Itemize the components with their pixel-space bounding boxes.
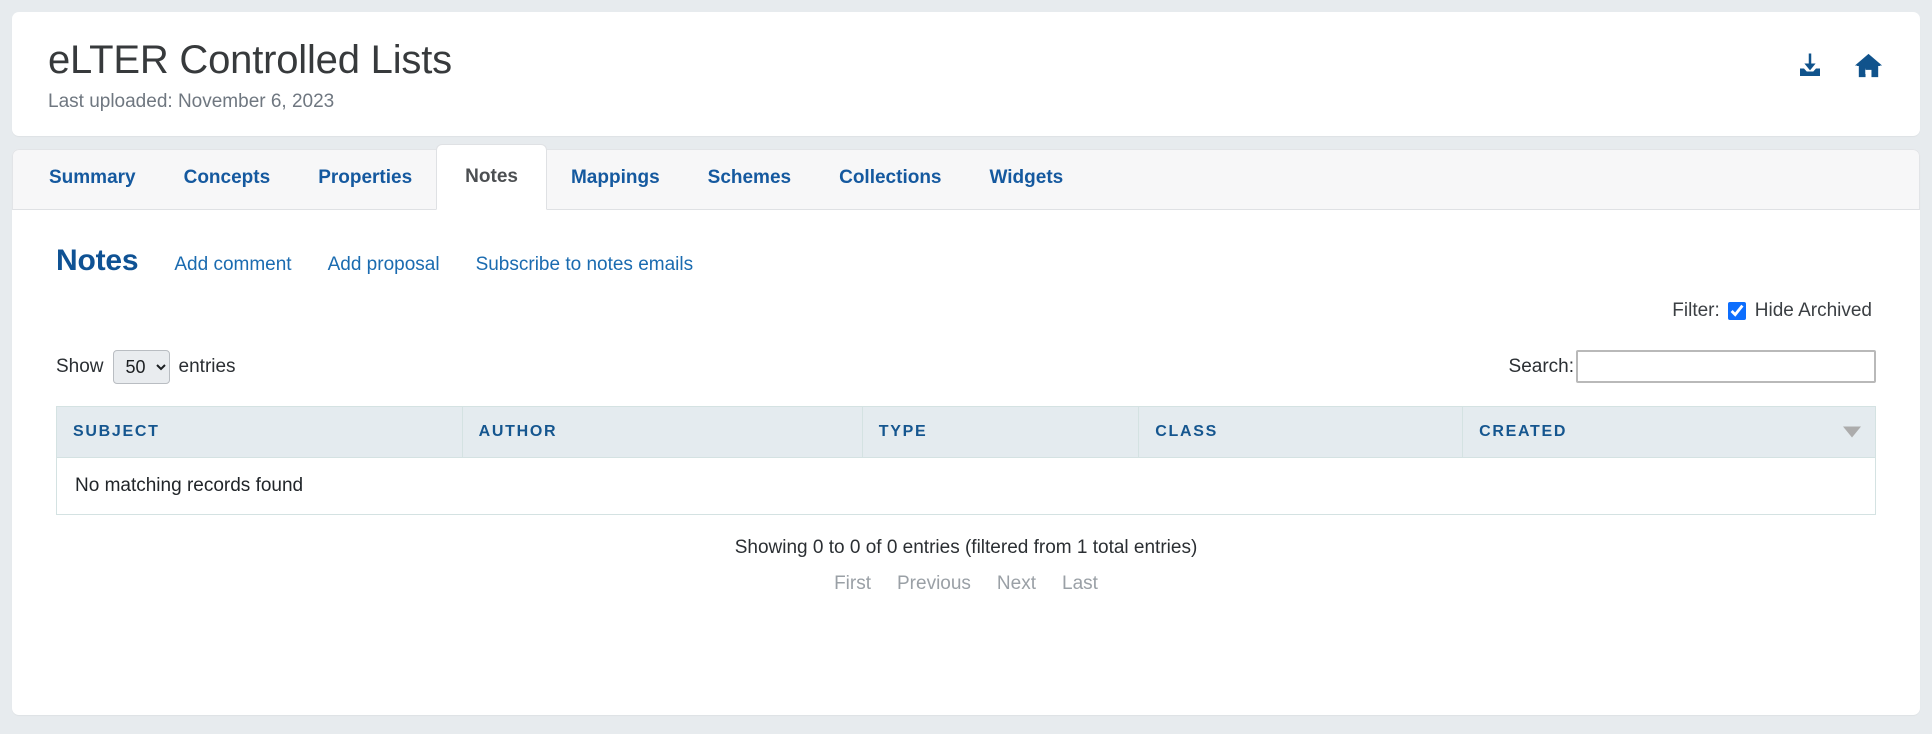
filter-row: Filter: Hide Archived	[56, 300, 1876, 322]
tab-notes[interactable]: Notes	[436, 143, 547, 210]
pagination-first[interactable]: First	[834, 573, 871, 595]
pagination-next[interactable]: Next	[997, 573, 1036, 595]
page-title: eLTER Controlled Lists	[48, 38, 452, 82]
home-button[interactable]	[1853, 50, 1884, 81]
pagination-last[interactable]: Last	[1062, 573, 1098, 595]
download-icon	[1795, 51, 1825, 81]
table-info-text: Showing 0 to 0 of 0 entries (filtered fr…	[734, 536, 1198, 558]
tab-strip: Summary Concepts Properties Notes Mappin…	[12, 143, 1920, 210]
subscribe-notes-emails-link[interactable]: Subscribe to notes emails	[468, 254, 694, 276]
tabs-card: Summary Concepts Properties Notes Mappin…	[12, 143, 1920, 715]
tab-summary[interactable]: Summary	[25, 148, 160, 209]
search-label: Search:	[1508, 355, 1574, 377]
pagination-previous[interactable]: Previous	[897, 573, 971, 595]
entries-per-page-select[interactable]: 50	[112, 349, 170, 384]
table-body: No matching records found	[56, 456, 1876, 515]
download-button[interactable]	[1795, 51, 1825, 81]
search-input[interactable]	[1576, 350, 1876, 384]
last-uploaded-text: Last uploaded: November 6, 2023	[48, 90, 335, 112]
column-header-class[interactable]: CLASS	[1138, 405, 1464, 458]
tab-mappings[interactable]: Mappings	[547, 148, 684, 209]
notes-table: SUBJECT AUTHOR TYPE CLASS CREATED No mat…	[56, 405, 1876, 515]
table-header-row: SUBJECT AUTHOR TYPE CLASS CREATED	[56, 405, 1876, 458]
table-controls: Show 50 entries Search:	[56, 349, 1876, 384]
home-icon	[1853, 50, 1884, 81]
header-card: eLTER Controlled Lists Last uploaded: No…	[12, 12, 1920, 136]
notes-heading: Notes	[56, 243, 139, 277]
sort-descending-icon	[1843, 426, 1861, 438]
header-actions	[1795, 38, 1884, 81]
add-comment-link[interactable]: Add comment	[166, 254, 291, 276]
entries-label: entries	[178, 355, 236, 377]
tab-schemes[interactable]: Schemes	[684, 148, 815, 209]
notes-panel: Notes Add comment Add proposal Subscribe…	[12, 210, 1920, 625]
tab-widgets[interactable]: Widgets	[966, 148, 1088, 209]
notes-table-wrapper: SUBJECT AUTHOR TYPE CLASS CREATED No mat…	[56, 405, 1876, 515]
column-header-created[interactable]: CREATED	[1462, 405, 1876, 458]
tab-collections[interactable]: Collections	[815, 148, 965, 209]
column-header-created-label: CREATED	[1479, 422, 1568, 440]
table-head: SUBJECT AUTHOR TYPE CLASS CREATED	[56, 405, 1876, 458]
notes-toolbar: Notes Add comment Add proposal Subscribe…	[56, 244, 1876, 278]
column-header-subject[interactable]: SUBJECT	[56, 405, 463, 458]
add-proposal-link[interactable]: Add proposal	[320, 254, 440, 276]
no-records-message: No matching records found	[56, 456, 1876, 515]
tab-concepts[interactable]: Concepts	[160, 148, 295, 209]
table-row-empty: No matching records found	[56, 456, 1876, 515]
tab-properties[interactable]: Properties	[294, 148, 436, 209]
column-header-type[interactable]: TYPE	[861, 405, 1140, 458]
filter-label: Filter:	[1672, 299, 1720, 321]
length-control: Show 50 entries	[56, 349, 236, 384]
hide-archived-label: Hide Archived	[1754, 299, 1872, 321]
column-header-author[interactable]: AUTHOR	[461, 405, 863, 458]
hide-archived-checkbox[interactable]	[1727, 301, 1746, 320]
header-text-block: eLTER Controlled Lists Last uploaded: No…	[48, 38, 452, 114]
search-control: Search:	[1508, 350, 1876, 384]
pagination: First Previous Next Last	[56, 573, 1876, 595]
page-container: eLTER Controlled Lists Last uploaded: No…	[0, 0, 1932, 715]
show-label: Show	[56, 355, 104, 377]
